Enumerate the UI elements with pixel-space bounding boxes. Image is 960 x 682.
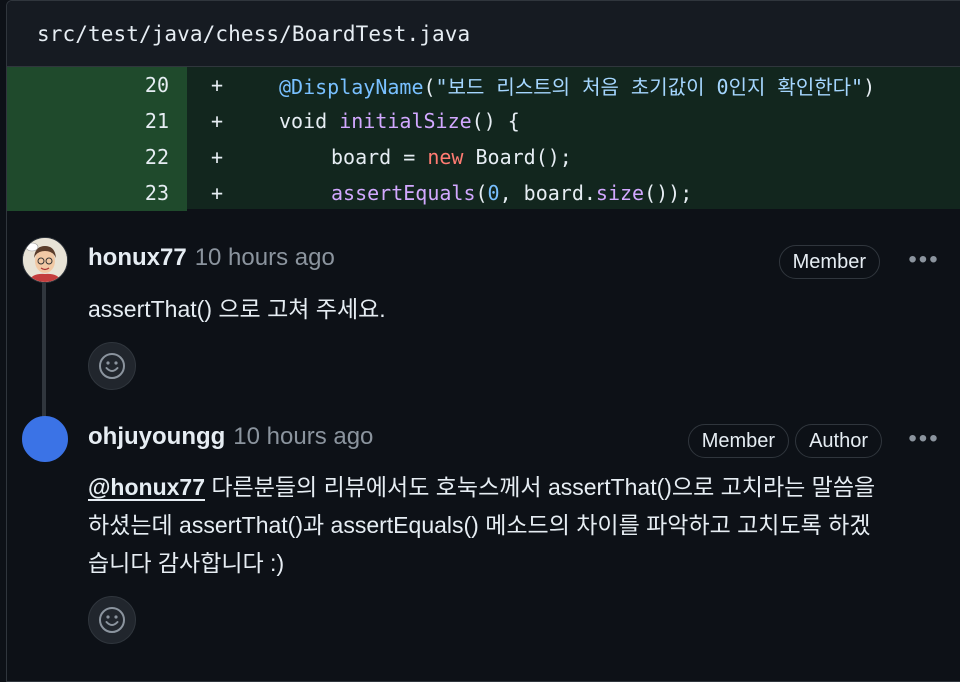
diff-line: 21 + void initialSize() { — [7, 103, 960, 139]
add-reaction-button[interactable] — [88, 596, 136, 644]
diff-hunk: 20 + @DisplayName("보드 리스트의 처음 초기값이 0인지 확… — [7, 67, 960, 211]
function-token: initialSize — [339, 109, 472, 133]
code-line: @DisplayName("보드 리스트의 처음 초기값이 0인지 확인한다") — [247, 71, 875, 100]
code-line: board = new Board(); — [247, 145, 572, 169]
code-token: () { — [471, 109, 520, 133]
number-token: 0 — [487, 181, 500, 205]
line-number[interactable]: 22 — [7, 139, 187, 175]
diff-line: 22 + board = new Board(); — [7, 139, 960, 175]
smiley-icon — [99, 607, 125, 633]
more-options-icon[interactable]: ••• — [906, 424, 942, 454]
line-number[interactable]: 21 — [7, 103, 187, 139]
smiley-icon — [99, 353, 125, 379]
comment-body: assertThat() 으로 고쳐 주세요. — [88, 296, 386, 322]
line-number[interactable]: 20 — [7, 67, 187, 103]
comment-header: honux77 10 hours ago — [88, 244, 335, 272]
code-token: Board(); — [463, 145, 572, 169]
comment-badges: Member Author — [687, 424, 882, 458]
annotation-token: @DisplayName — [279, 74, 424, 99]
comment-body-line: 습니다 감사합니다 :) — [88, 550, 285, 576]
comment-text: 다른분들의 리뷰에서도 호눅스께서 assertThat()으로 고치라는 말씀… — [205, 474, 876, 500]
keyword-token: new — [427, 145, 464, 169]
code-token: board = — [331, 145, 428, 169]
comment-author[interactable]: ohjuyoungg — [88, 423, 225, 451]
comment-timestamp[interactable]: 10 hours ago — [195, 244, 335, 272]
more-options-icon[interactable]: ••• — [906, 245, 942, 275]
avatar-portrait-icon — [23, 238, 67, 282]
user-mention-link[interactable]: @honux77 — [88, 474, 205, 500]
comment-badges: Member — [778, 245, 880, 279]
diff-line: 20 + @DisplayName("보드 리스트의 처음 초기값이 0인지 확… — [7, 67, 960, 103]
paren-token: ) — [863, 74, 876, 99]
diff-line: 23 + assertEquals(0, board.size()); — [7, 175, 960, 211]
diff-add-marker: + — [210, 109, 224, 133]
paren-token: ( — [475, 181, 488, 205]
comment-author[interactable]: honux77 — [88, 244, 187, 272]
author-badge: Author — [795, 424, 882, 458]
keyword-token: void — [279, 109, 340, 133]
diff-add-marker: + — [210, 73, 224, 97]
code-line: void initialSize() { — [247, 109, 520, 133]
code-line: assertEquals(0, board.size()); — [247, 181, 692, 205]
add-reaction-button[interactable] — [88, 342, 136, 390]
avatar[interactable] — [22, 237, 68, 283]
avatar[interactable] — [22, 416, 68, 462]
code-token: ()); — [644, 181, 693, 205]
comment-header: ohjuyoungg 10 hours ago — [88, 423, 373, 451]
thread-timeline — [42, 270, 46, 420]
line-number[interactable]: 23 — [7, 175, 187, 211]
code-token: , board. — [499, 181, 596, 205]
member-badge: Member — [687, 424, 790, 458]
paren-token: ( — [423, 74, 436, 99]
comment-body: @honux77 다른분들의 리뷰에서도 호눅스께서 assertThat()으… — [88, 468, 938, 582]
diff-add-marker: + — [210, 181, 224, 205]
comment-body-line: 하셨는데 assertThat()과 assertEquals() 메소드의 차… — [88, 512, 871, 538]
file-header: src/test/java/chess/BoardTest.java — [7, 1, 960, 67]
string-token: "보드 리스트의 처음 초기값이 0인지 확인한다" — [435, 74, 864, 99]
file-path[interactable]: src/test/java/chess/BoardTest.java — [37, 22, 470, 46]
comment-body-line: @honux77 다른분들의 리뷰에서도 호눅스께서 assertThat()으… — [88, 468, 938, 506]
member-badge: Member — [778, 245, 880, 279]
comment-timestamp[interactable]: 10 hours ago — [233, 423, 373, 451]
function-token: size — [595, 181, 645, 205]
function-token: assertEquals — [331, 181, 476, 205]
diff-add-marker: + — [210, 145, 224, 169]
